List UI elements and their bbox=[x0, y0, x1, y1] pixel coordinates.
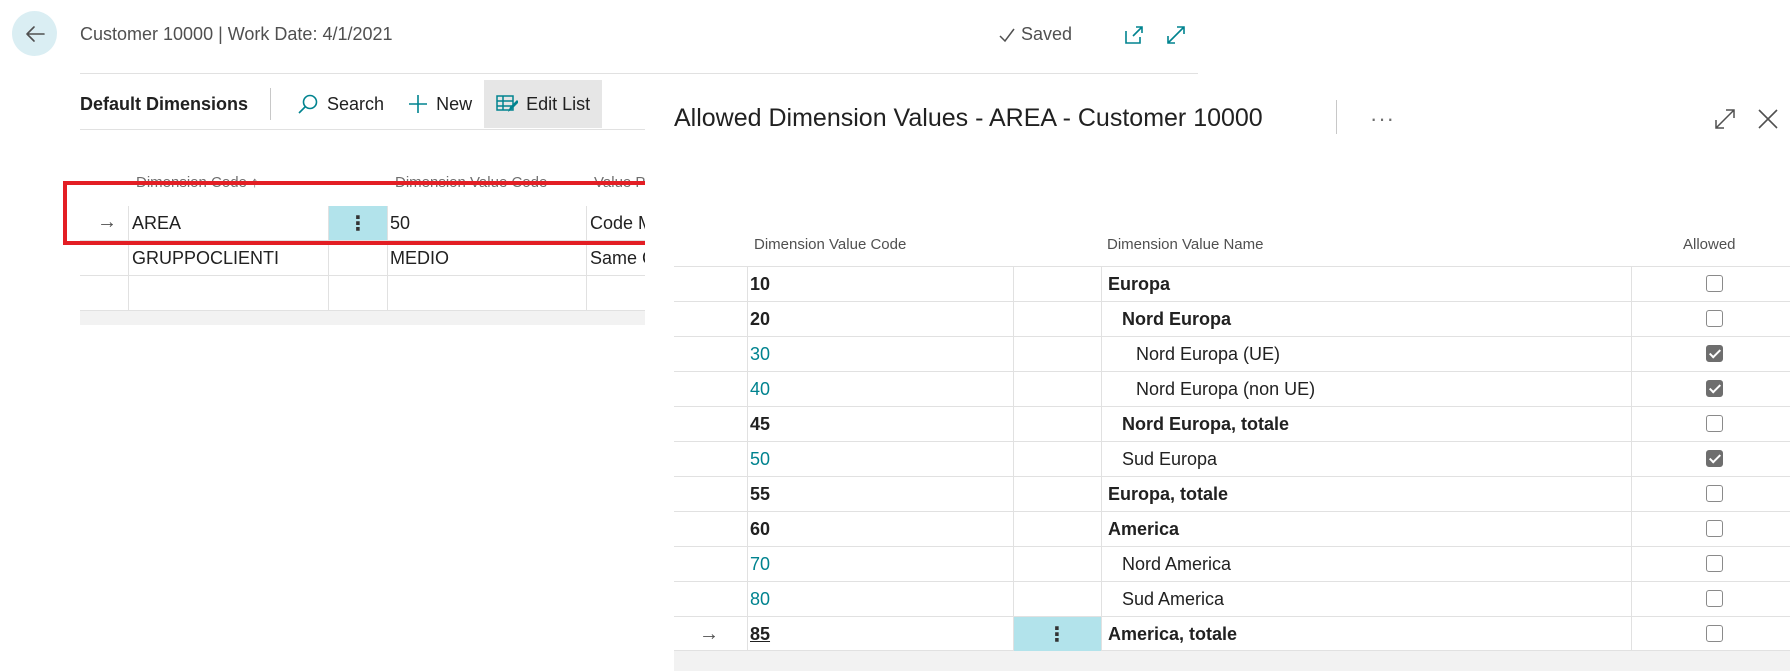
grid-footer bbox=[80, 311, 645, 325]
table-row[interactable]: 50 Sud Europa bbox=[674, 441, 1790, 476]
search-label: Search bbox=[327, 93, 385, 114]
table-row[interactable]: 30 Nord Europa (UE) bbox=[674, 336, 1790, 371]
table-row[interactable]: 45 Nord Europa, totale bbox=[674, 406, 1790, 441]
dimension-value-name[interactable]: Nord Europa (UE) bbox=[1136, 344, 1280, 365]
grid-column-divider bbox=[1013, 266, 1014, 651]
grid-column-divider bbox=[1631, 266, 1632, 651]
edit-list-button[interactable]: Edit List bbox=[484, 80, 603, 128]
dimension-value-code[interactable]: 55 bbox=[750, 484, 770, 505]
allowed-checkbox[interactable] bbox=[1706, 310, 1723, 327]
table-row[interactable]: GRUPPOCLIENTI MEDIO Same C bbox=[80, 241, 655, 276]
current-row-arrow-icon: → bbox=[699, 623, 719, 645]
grid-column-divider bbox=[1101, 266, 1102, 651]
new-row[interactable] bbox=[80, 276, 645, 311]
grid-column-divider bbox=[747, 266, 748, 651]
dimension-value-name[interactable]: Nord Europa bbox=[1122, 309, 1231, 330]
header-divider bbox=[80, 73, 1198, 74]
expand-icon[interactable] bbox=[1163, 22, 1189, 48]
column-header-code[interactable]: Dimension Value Code bbox=[754, 236, 906, 253]
search-button[interactable]: Search bbox=[285, 80, 396, 128]
dimension-value-code-cell[interactable]: MEDIO bbox=[390, 248, 449, 269]
allowed-checkbox[interactable] bbox=[1706, 345, 1723, 362]
dimension-value-code[interactable]: 80 bbox=[750, 589, 770, 610]
open-new-window-icon[interactable] bbox=[1121, 22, 1147, 48]
dimension-value-name[interactable]: Nord Europa, totale bbox=[1122, 414, 1289, 435]
column-header-allowed[interactable]: Allowed bbox=[1683, 236, 1736, 253]
table-row[interactable]: 20 Nord Europa bbox=[674, 301, 1790, 336]
part-title: Default Dimensions bbox=[80, 93, 249, 114]
more-options-button[interactable]: ··· bbox=[1370, 106, 1395, 132]
saved-label: Saved bbox=[1021, 24, 1073, 44]
title-separator bbox=[1336, 100, 1337, 134]
dimension-value-code[interactable]: 30 bbox=[750, 344, 770, 365]
table-row[interactable]: 60 America bbox=[674, 511, 1790, 546]
table-row-selected[interactable]: → 85 ⋮ America, totale bbox=[674, 616, 1790, 651]
new-label: New bbox=[436, 93, 473, 114]
table-row[interactable]: 70 Nord America bbox=[674, 546, 1790, 581]
pane-title: Allowed Dimension Values - AREA - Custom… bbox=[674, 104, 1263, 132]
table-row[interactable]: 80 Sud America bbox=[674, 581, 1790, 616]
dimension-code-cell[interactable]: GRUPPOCLIENTI bbox=[132, 248, 279, 269]
allowed-checkbox[interactable] bbox=[1706, 275, 1723, 292]
highlight-annotation-box bbox=[63, 181, 683, 245]
grid-footer bbox=[674, 651, 1790, 671]
allowed-checkbox[interactable] bbox=[1706, 380, 1723, 397]
table-row[interactable]: 40 Nord Europa (non UE) bbox=[674, 371, 1790, 406]
saved-status: Saved bbox=[998, 24, 1072, 45]
back-button[interactable] bbox=[12, 11, 57, 56]
grid-header: Dimension Value Code Dimension Value Nam… bbox=[674, 228, 1790, 266]
allowed-checkbox[interactable] bbox=[1706, 485, 1723, 502]
dimension-value-name[interactable]: Europa, totale bbox=[1108, 484, 1228, 505]
allowed-checkbox[interactable] bbox=[1706, 555, 1723, 572]
dimension-value-code[interactable]: 10 bbox=[750, 274, 770, 295]
dimension-value-code[interactable]: 50 bbox=[750, 449, 770, 470]
dimension-value-code[interactable]: 70 bbox=[750, 554, 770, 575]
close-icon[interactable] bbox=[1754, 105, 1782, 133]
expand-pane-icon[interactable] bbox=[1711, 105, 1739, 133]
allowed-checkbox[interactable] bbox=[1706, 590, 1723, 607]
page-caption: Customer 10000 | Work Date: 4/1/2021 bbox=[80, 24, 393, 44]
column-header-name[interactable]: Dimension Value Name bbox=[1107, 236, 1263, 253]
dimension-value-code[interactable]: 60 bbox=[750, 519, 770, 540]
edit-list-icon bbox=[496, 95, 519, 112]
dimension-value-name[interactable]: Nord Europa (non UE) bbox=[1136, 379, 1315, 400]
table-row[interactable]: 10 Europa bbox=[674, 266, 1790, 301]
search-icon bbox=[298, 94, 318, 114]
allowed-checkbox[interactable] bbox=[1706, 450, 1723, 467]
dimension-value-name[interactable]: America, totale bbox=[1108, 624, 1237, 645]
allowed-checkbox[interactable] bbox=[1706, 520, 1723, 537]
new-button[interactable]: New bbox=[396, 80, 484, 128]
dimension-value-code[interactable]: 20 bbox=[750, 309, 770, 330]
edit-list-label: Edit List bbox=[526, 93, 591, 114]
allowed-dimension-values-pane: Allowed Dimension Values - AREA - Custom… bbox=[645, 78, 1790, 671]
dimension-value-name[interactable]: Sud Europa bbox=[1122, 449, 1217, 470]
allowed-values-grid: Dimension Value Code Dimension Value Nam… bbox=[674, 228, 1790, 651]
dimension-value-code[interactable]: 45 bbox=[750, 414, 770, 435]
dimension-value-code[interactable]: 40 bbox=[750, 379, 770, 400]
dimension-value-name[interactable]: Sud America bbox=[1122, 589, 1224, 610]
dimension-value-name[interactable]: Europa bbox=[1108, 274, 1170, 295]
allowed-checkbox[interactable] bbox=[1706, 415, 1723, 432]
table-row[interactable]: 55 Europa, totale bbox=[674, 476, 1790, 511]
action-bar: Default Dimensions Search New Edit List bbox=[80, 80, 603, 128]
checkmark-icon bbox=[999, 28, 1015, 42]
arrow-left-icon bbox=[25, 25, 45, 42]
action-bar-separator bbox=[270, 88, 272, 120]
dimension-value-code[interactable]: 85 bbox=[750, 624, 770, 645]
action-bar-divider bbox=[80, 129, 645, 130]
allowed-checkbox[interactable] bbox=[1706, 625, 1723, 642]
dimension-value-name[interactable]: America bbox=[1108, 519, 1179, 540]
row-actions-button[interactable]: ⋮ bbox=[1013, 617, 1101, 651]
dimension-value-name[interactable]: Nord America bbox=[1122, 554, 1231, 575]
plus-icon bbox=[409, 95, 428, 113]
